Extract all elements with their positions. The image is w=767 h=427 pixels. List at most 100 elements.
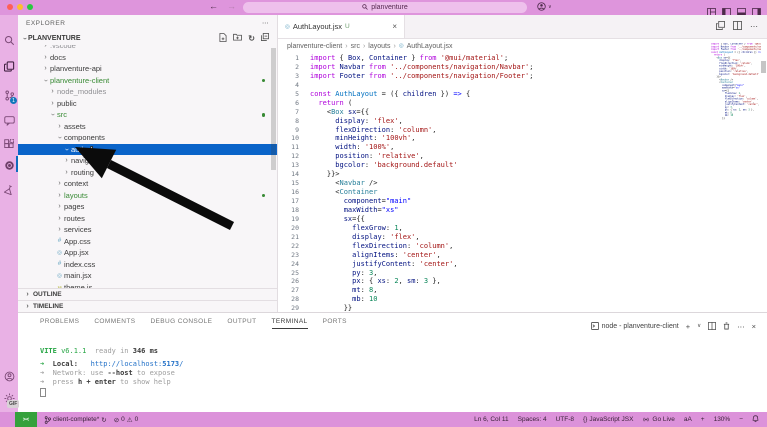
breadcrumb-item[interactable]: src (351, 43, 360, 50)
go-live-item[interactable]: Go Live (642, 416, 675, 423)
forward-icon[interactable]: → (227, 1, 236, 11)
account-menu[interactable]: ∨ (537, 2, 552, 11)
kill-terminal-icon[interactable] (723, 317, 730, 335)
back-icon[interactable]: ← (209, 1, 218, 11)
code-line-22: 22 flexDirection: 'column', (278, 242, 767, 251)
close-tab-icon[interactable]: × (392, 22, 397, 31)
split-terminal-icon[interactable] (708, 317, 717, 335)
new-terminal-icon[interactable]: + (686, 322, 690, 331)
cursor-position[interactable]: Ln 6, Col 11 (474, 416, 509, 423)
terminal-picker-icon[interactable]: ∨ (697, 323, 701, 329)
tree-item-context[interactable]: › context (18, 178, 277, 190)
chevron-right-icon: › (58, 214, 61, 222)
maximize-window-button[interactable] (27, 4, 33, 10)
zoom-out-button[interactable]: − (739, 416, 743, 423)
zoom-in-button[interactable]: + (701, 416, 705, 423)
close-panel-icon[interactable]: × (752, 322, 756, 331)
timeline-section[interactable]: › TIMELINE (18, 300, 277, 312)
editor-scrollbar[interactable] (761, 61, 766, 73)
remote-indicator[interactable]: >< (15, 412, 37, 427)
line-number: 25 (291, 268, 299, 277)
tree-item-main-jsx[interactable]: ◎ main.jsx (18, 270, 277, 282)
extensions-icon[interactable] (0, 134, 18, 154)
tree-item-planventure-api[interactable]: › planventure-api (18, 63, 277, 75)
more-actions-icon[interactable]: ⋯ (750, 22, 758, 31)
collapse-all-icon[interactable] (261, 33, 269, 43)
tree-item-index-css[interactable]: # index.css (18, 259, 277, 271)
tree-item-node-modules[interactable]: › node_modules (18, 86, 277, 98)
tree-item-app-jsx[interactable]: ◎ App.jsx (18, 247, 277, 259)
problems-item[interactable]: ⊘ 0 ⚠ 0 (114, 416, 139, 424)
chat-icon[interactable] (0, 111, 18, 131)
tree-item-public[interactable]: › public (18, 98, 277, 110)
language-mode[interactable]: {} JavaScript JSX (583, 416, 633, 423)
tree-item-src[interactable]: › src (18, 109, 277, 121)
outline-section[interactable]: › OUTLINE (18, 288, 277, 300)
tree-item-pages[interactable]: › pages (18, 201, 277, 213)
code-line-12: 12 position: 'relative', (278, 152, 767, 161)
split-editor-icon[interactable] (733, 21, 742, 32)
panel-tab-comments[interactable]: COMMENTS (94, 318, 135, 328)
sidebar-scrollbar[interactable] (271, 48, 276, 170)
tab-authlayout[interactable]: ◎ AuthLayout.jsx U × (278, 15, 405, 38)
breadcrumb[interactable]: planventure-client › src › layouts › ◎ AuthLayo… (278, 39, 767, 53)
tree-item-app-css[interactable]: # App.css (18, 236, 277, 248)
chevron-right-icon: › (58, 122, 61, 130)
breadcrumb-item[interactable]: planventure-client (287, 43, 342, 50)
minimize-window-button[interactable] (17, 4, 23, 10)
tree-item-components[interactable]: › components (18, 132, 277, 144)
chevron-right-icon: › (26, 303, 29, 310)
tree-item-docs[interactable]: › docs (18, 52, 277, 64)
tree-item-layouts[interactable]: › layouts (18, 190, 277, 202)
notifications-bell-icon[interactable] (752, 414, 759, 425)
terminal-output[interactable]: VITE v6.1.1 ready in 346 ms ➜ Local: http… (40, 347, 183, 397)
test-flask-icon[interactable] (0, 180, 18, 200)
code-line-23: 23 alignItems: 'center', (278, 251, 767, 260)
command-center-search[interactable]: planventure (243, 2, 527, 13)
project-section-header[interactable]: › PLANVENTURE ↻ (18, 31, 277, 45)
code-editor[interactable]: 1 import { Box, Container } from '@mui/ma… (278, 52, 767, 312)
line-number: 23 (291, 250, 299, 259)
open-changes-icon[interactable] (716, 21, 725, 32)
tree-item-routing[interactable]: › routing (18, 167, 277, 179)
tree-item-routes[interactable]: › routes (18, 213, 277, 225)
code-line-27: 27 mt: 8, (278, 286, 767, 295)
tree-item-navigation[interactable]: › navigation (18, 155, 277, 167)
avatar-icon (537, 2, 546, 11)
breadcrumb-item[interactable]: AuthLayout.jsx (407, 43, 453, 50)
refresh-icon[interactable]: ↻ (248, 34, 255, 43)
search-icon[interactable] (0, 30, 18, 50)
more-actions-icon[interactable]: ⋯ (737, 322, 745, 331)
go-live-label: Go Live (652, 416, 675, 423)
tree-item-assets[interactable]: › assets (18, 121, 277, 133)
panel-tab-terminal[interactable]: TERMINAL (271, 318, 308, 329)
panel-tab-output[interactable]: OUTPUT (227, 318, 256, 328)
breadcrumb-item[interactable]: layouts (368, 43, 390, 50)
tab-filename: AuthLayout.jsx (292, 22, 343, 31)
line-number: 5 (295, 89, 299, 98)
minimap[interactable]: import { Box, Container } from '@mui/mat… (711, 43, 761, 128)
explorer-icon[interactable] (0, 56, 18, 76)
panel-tab-problems[interactable]: PROBLEMS (40, 318, 79, 328)
encoding[interactable]: UTF-8 (556, 416, 574, 423)
tree-item-auth[interactable]: › auth (18, 143, 277, 155)
terminal-instance[interactable]: node - planventure-client (590, 322, 679, 330)
git-branch-item[interactable]: client-complete* ↻ (44, 415, 107, 424)
explorer-sidebar: EXPLORER ⋯ › PLANVENTURE ↻ › .vscode › d… (18, 15, 278, 312)
source-control-icon[interactable]: 1 (0, 85, 18, 105)
code-line-7: 7 <Box sx={{ (278, 108, 767, 117)
tree-item-services[interactable]: › services (18, 224, 277, 236)
new-folder-icon[interactable] (233, 33, 243, 43)
font-size-item[interactable]: aA (684, 416, 692, 423)
indentation[interactable]: Spaces: 4 (518, 416, 547, 423)
close-window-button[interactable] (7, 4, 13, 10)
new-file-icon[interactable] (219, 32, 227, 44)
terminal-line: VITE v6.1.1 ready in 346 ms (40, 347, 159, 355)
tree-item-label: main.jsx (64, 271, 92, 281)
tree-item-planventure-client[interactable]: › planventure-client (18, 75, 277, 87)
code-line-3: 3 import Footer from '../components/navig… (278, 72, 767, 81)
account-icon[interactable] (0, 366, 18, 386)
panel-tab-ports[interactable]: PORTS (323, 318, 347, 328)
views-more-icon[interactable]: ⋯ (262, 19, 269, 27)
panel-tab-debug-console[interactable]: DEBUG CONSOLE (150, 318, 212, 328)
